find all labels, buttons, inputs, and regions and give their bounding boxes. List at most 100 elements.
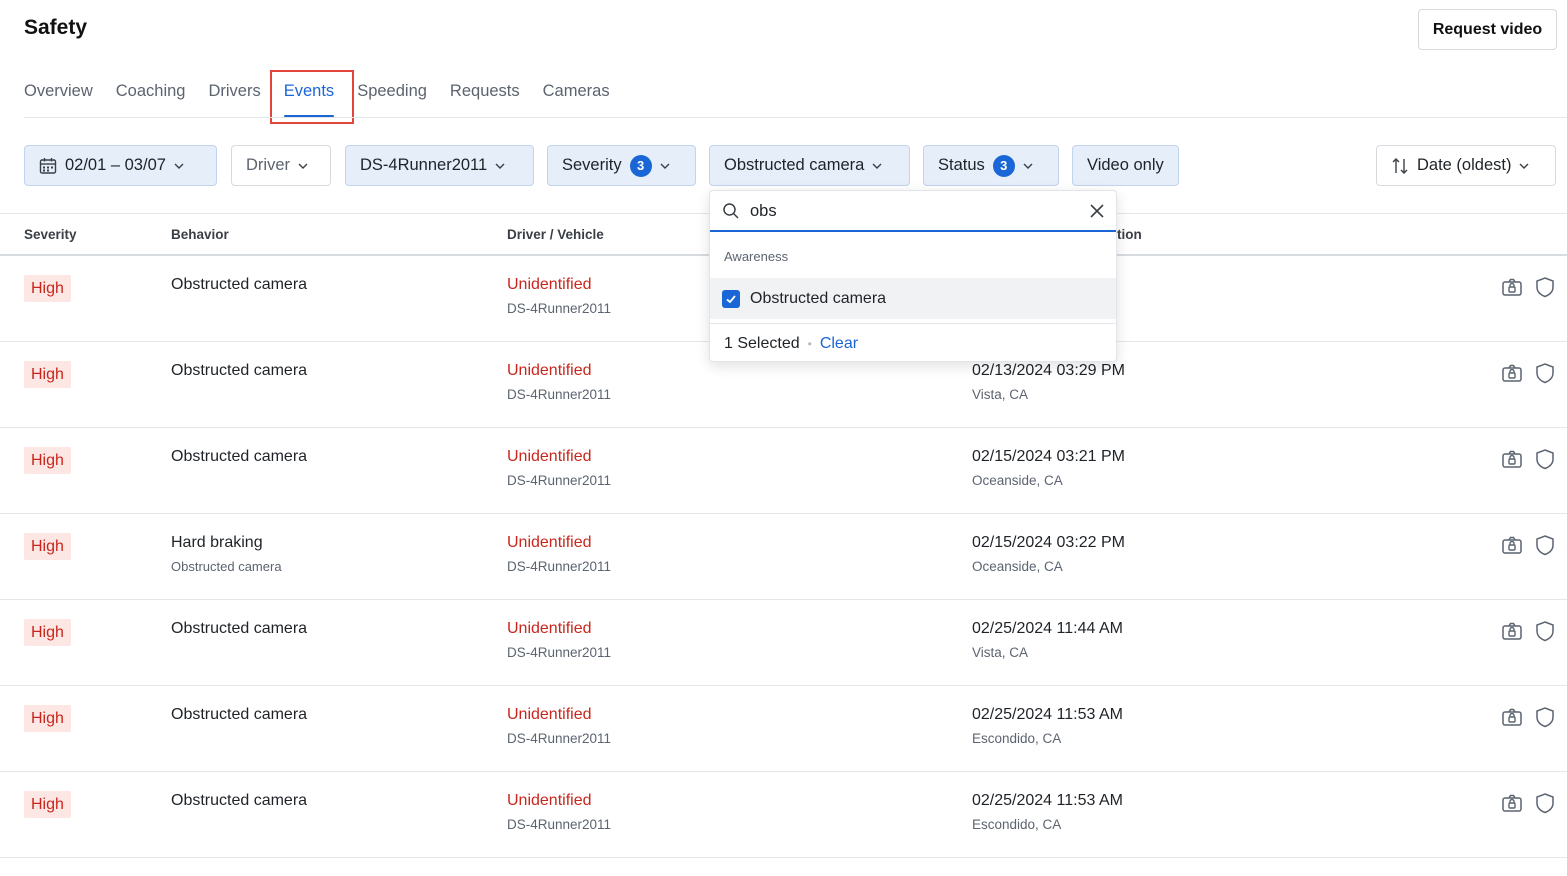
shield-icon[interactable] [1534, 792, 1556, 814]
shield-icon[interactable] [1534, 362, 1556, 384]
video-only-filter[interactable]: Video only [1072, 145, 1179, 186]
severity-filter[interactable]: Severity 3 [547, 145, 696, 186]
severity-badge: High [24, 619, 71, 646]
column-header-severity[interactable]: Severity [24, 227, 77, 242]
request-video-button[interactable]: Request video [1418, 9, 1557, 50]
event-datetime: 02/25/2024 11:53 AM [972, 706, 1123, 723]
camera-lock-icon[interactable] [1501, 706, 1523, 728]
event-location: Vista, CA [972, 387, 1029, 402]
tab-overview[interactable]: Overview [24, 78, 93, 118]
vehicle-filter-value: DS-4Runner2011 [360, 156, 488, 174]
vehicle-name: DS-4Runner2011 [507, 817, 612, 832]
severity-badge: High [24, 533, 71, 560]
chevron-down-icon [174, 163, 184, 169]
driver-filter-label: Driver [246, 156, 290, 174]
date-range-value: 02/01 – 03/07 [65, 156, 166, 174]
tabs-divider [24, 117, 1567, 118]
shield-icon[interactable] [1534, 706, 1556, 728]
behavior-text: Obstructed camera [171, 448, 308, 465]
camera-lock-icon[interactable] [1501, 792, 1523, 814]
dropdown-footer: 1 Selected • Clear [710, 323, 1116, 363]
driver-name[interactable]: Unidentified [507, 706, 592, 724]
event-datetime: 02/13/2024 03:29 PM [972, 362, 1126, 379]
tab-events[interactable]: Events [283, 78, 335, 118]
vehicle-name: DS-4Runner2011 [507, 559, 612, 574]
vehicle-name: DS-4Runner2011 [507, 473, 612, 488]
vehicle-name: DS-4Runner2011 [507, 301, 612, 316]
option-label: Obstructed camera [750, 289, 887, 307]
tab-cameras[interactable]: Cameras [543, 78, 610, 118]
severity-badge: High [24, 447, 71, 474]
driver-name[interactable]: Unidentified [507, 448, 592, 466]
tab-requests[interactable]: Requests [450, 78, 520, 118]
driver-filter[interactable]: Driver [231, 145, 331, 186]
behavior-text: Hard braking [171, 534, 263, 551]
clear-selection-link[interactable]: Clear [820, 335, 858, 353]
event-datetime: 02/25/2024 11:53 AM [972, 792, 1123, 809]
chevron-down-icon [298, 163, 308, 169]
severity-badge: High [24, 705, 71, 732]
behavior-text: Obstructed camera [171, 792, 308, 809]
camera-lock-icon[interactable] [1501, 276, 1523, 298]
separator-dot: • [807, 336, 812, 351]
status-filter[interactable]: Status 3 [923, 145, 1059, 186]
tab-drivers[interactable]: Drivers [208, 78, 260, 118]
selected-count: 1 Selected [724, 334, 800, 352]
vehicle-name: DS-4Runner2011 [507, 731, 612, 746]
sort-value: Date (oldest) [1417, 156, 1512, 174]
column-header-time-location[interactable]: tion [1117, 227, 1142, 242]
behavior-text: Obstructed camera [171, 362, 308, 379]
sort-dropdown[interactable]: Date (oldest) [1376, 145, 1556, 186]
camera-lock-icon[interactable] [1501, 362, 1523, 384]
behavior-subtext: Obstructed camera [171, 559, 282, 574]
behavior-text: Obstructed camera [171, 276, 308, 293]
vehicle-filter[interactable]: DS-4Runner2011 [345, 145, 534, 186]
dropdown-option-obstructed-camera[interactable]: Obstructed camera [710, 278, 1116, 319]
close-icon[interactable] [1088, 202, 1106, 220]
behavior-search-input[interactable] [750, 199, 1070, 223]
shield-icon[interactable] [1534, 448, 1556, 470]
behavior-dropdown-panel: Awareness Obstructed camera 1 Selected •… [709, 190, 1117, 362]
tab-bar: Overview Coaching Drivers Events Speedin… [24, 78, 633, 118]
chevron-down-icon [660, 163, 670, 169]
driver-name[interactable]: Unidentified [507, 792, 592, 810]
event-location: Escondido, CA [972, 817, 1062, 832]
status-filter-label: Status [938, 156, 985, 174]
behavior-filter-value: Obstructed camera [724, 156, 865, 174]
vehicle-name: DS-4Runner2011 [507, 387, 612, 402]
shield-icon[interactable] [1534, 534, 1556, 556]
event-location: Oceanside, CA [972, 559, 1063, 574]
table-row[interactable]: High Obstructed camera Unidentified DS-4Run… [0, 428, 1567, 514]
driver-name[interactable]: Unidentified [507, 362, 592, 380]
camera-lock-icon[interactable] [1501, 534, 1523, 556]
chevron-down-icon [872, 163, 882, 169]
event-datetime: 02/15/2024 03:21 PM [972, 448, 1126, 465]
chevron-down-icon [1519, 163, 1529, 169]
video-only-label: Video only [1087, 156, 1164, 174]
camera-lock-icon[interactable] [1501, 620, 1523, 642]
tab-coaching[interactable]: Coaching [116, 78, 186, 118]
driver-name[interactable]: Unidentified [507, 534, 592, 552]
driver-name[interactable]: Unidentified [507, 620, 592, 638]
shield-icon[interactable] [1534, 620, 1556, 642]
sort-arrows-icon [1392, 157, 1408, 174]
table-row[interactable]: High Obstructed camera Unidentified DS-4Run… [0, 686, 1567, 772]
column-header-behavior[interactable]: Behavior [171, 227, 229, 242]
severity-badge: High [24, 275, 71, 302]
table-row[interactable]: High Hard braking Obstructed camera Unident… [0, 514, 1567, 600]
shield-icon[interactable] [1534, 276, 1556, 298]
event-location: Escondido, CA [972, 731, 1062, 746]
camera-lock-icon[interactable] [1501, 448, 1523, 470]
behavior-filter[interactable]: Obstructed camera [709, 145, 910, 186]
date-range-filter[interactable]: 02/01 – 03/07 [24, 145, 217, 186]
table-row[interactable]: High Obstructed camera Unidentified DS-4Run… [0, 600, 1567, 686]
event-datetime: 02/25/2024 11:44 AM [972, 620, 1123, 637]
table-row[interactable]: High Obstructed camera Unidentified DS-4Run… [0, 772, 1567, 858]
calendar-icon [39, 157, 57, 174]
tab-speeding[interactable]: Speeding [357, 78, 427, 118]
check-icon [726, 294, 736, 303]
driver-name[interactable]: Unidentified [507, 276, 592, 294]
option-checkbox[interactable] [722, 289, 740, 308]
behavior-text: Obstructed camera [171, 706, 308, 723]
column-header-driver-vehicle[interactable]: Driver / Vehicle [507, 227, 604, 242]
